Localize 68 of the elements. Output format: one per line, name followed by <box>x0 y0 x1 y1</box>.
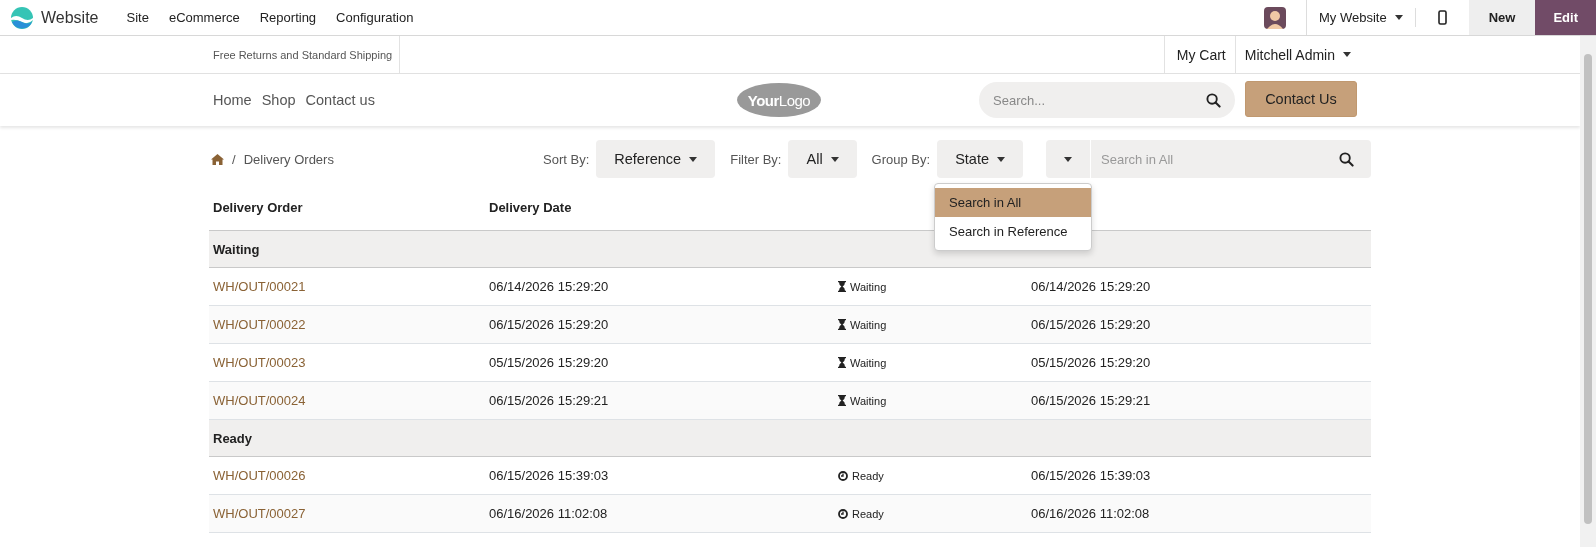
menu-item[interactable]: Site <box>116 10 159 25</box>
order-link[interactable]: WH/OUT/00027 <box>213 506 489 521</box>
table-cell-text: 06/16/2026 11:02:08 <box>489 506 609 521</box>
order-link[interactable]: WH/OUT/00021 <box>213 279 489 294</box>
table-cell-text: 06/16/2026 11:02:08 <box>1031 506 1151 521</box>
order-link[interactable]: WH/OUT/00024 <box>213 393 489 408</box>
edit-button[interactable]: Edit <box>1535 0 1596 35</box>
menu-option[interactable]: Search in Reference <box>935 217 1091 246</box>
status-text: Ready <box>852 469 884 482</box>
table-cell-text: 06/15/2026 15:29:20 <box>489 317 610 332</box>
user-menu[interactable]: Mitchell Admin <box>1234 36 1371 73</box>
search-field[interactable]: Search in All <box>1091 140 1371 178</box>
website-switcher[interactable]: My Website <box>1306 0 1415 35</box>
dropdown-button[interactable]: Reference <box>596 140 716 178</box>
avatar-icon[interactable] <box>1264 6 1287 29</box>
caret-icon <box>1064 156 1072 162</box>
search-field[interactable]: Search... <box>979 82 1235 118</box>
menu-item[interactable]: eCommerce <box>158 10 250 25</box>
table-cell-text: 06/15/2026 15:29:20 <box>1031 317 1152 332</box>
menu-item[interactable]: Configuration <box>326 10 424 25</box>
group-header[interactable]: Waiting <box>213 241 260 257</box>
table-cell-text: 06/15/2026 15:29:21 <box>489 393 610 408</box>
caret-icon <box>997 156 1005 162</box>
app-logo-icon <box>10 5 34 30</box>
table-cell-text: 06/15/2026 15:39:03 <box>489 468 610 483</box>
search-icon <box>1206 93 1221 108</box>
column-header: Delivery Date <box>489 200 573 215</box>
menu-option[interactable]: Search in All <box>935 188 1091 217</box>
new-button[interactable]: New <box>1468 0 1536 35</box>
table-cell-text: 05/15/2026 15:29:20 <box>489 355 610 370</box>
search-icon <box>1339 152 1354 167</box>
home-icon[interactable] <box>211 153 224 165</box>
order-link[interactable]: WH/OUT/00022 <box>213 317 489 332</box>
table-cell-text: 06/14/2026 15:29:20 <box>489 279 610 294</box>
caret-icon <box>689 156 698 162</box>
cart-link[interactable]: My Cart <box>1163 36 1235 73</box>
caret-icon <box>830 156 839 162</box>
status-text: Ready <box>852 507 884 520</box>
mobile-phone-icon[interactable] <box>1437 10 1447 25</box>
nav-link[interactable]: Contact us <box>305 92 375 108</box>
status-text: Waiting <box>850 280 887 293</box>
announcement-text: Free Returns and Standard Shipping <box>209 36 401 73</box>
caret-icon <box>1394 15 1403 20</box>
status-text: Waiting <box>850 318 887 331</box>
control-label: Sort By: <box>543 151 590 167</box>
order-link[interactable]: WH/OUT/00026 <box>213 468 489 483</box>
dropdown-button[interactable]: State <box>937 140 1023 178</box>
breadcrumb-separator: / <box>232 151 236 167</box>
breadcrumb-item: Delivery Orders <box>243 151 334 167</box>
status-text: Waiting <box>850 356 887 369</box>
control-label: Group By: <box>871 151 931 167</box>
table-cell-text: 05/15/2026 15:29:20 <box>1031 355 1152 370</box>
app-name[interactable]: Website <box>41 8 99 27</box>
group-header[interactable]: Ready <box>213 430 253 446</box>
control-label: Filter By: <box>730 151 782 167</box>
table-cell-text: 06/15/2026 15:39:03 <box>1031 468 1152 483</box>
dropdown-button[interactable]: All <box>788 140 857 178</box>
column-header: Delivery Order <box>213 200 304 215</box>
status-text: Waiting <box>850 394 887 407</box>
table-cell-text: 06/14/2026 15:29:20 <box>1031 279 1152 294</box>
table-cell-text: 06/15/2026 15:29:21 <box>1031 393 1152 408</box>
menu-item[interactable]: Reporting <box>249 10 327 25</box>
nav-link[interactable]: Home <box>213 92 252 108</box>
nav-link[interactable]: Shop <box>261 92 296 108</box>
contact-us-button[interactable]: Contact Us <box>1245 81 1357 117</box>
caret-icon <box>1343 52 1351 57</box>
scrollbar-thumb[interactable] <box>1584 54 1592 524</box>
order-link[interactable]: WH/OUT/00023 <box>213 355 489 370</box>
